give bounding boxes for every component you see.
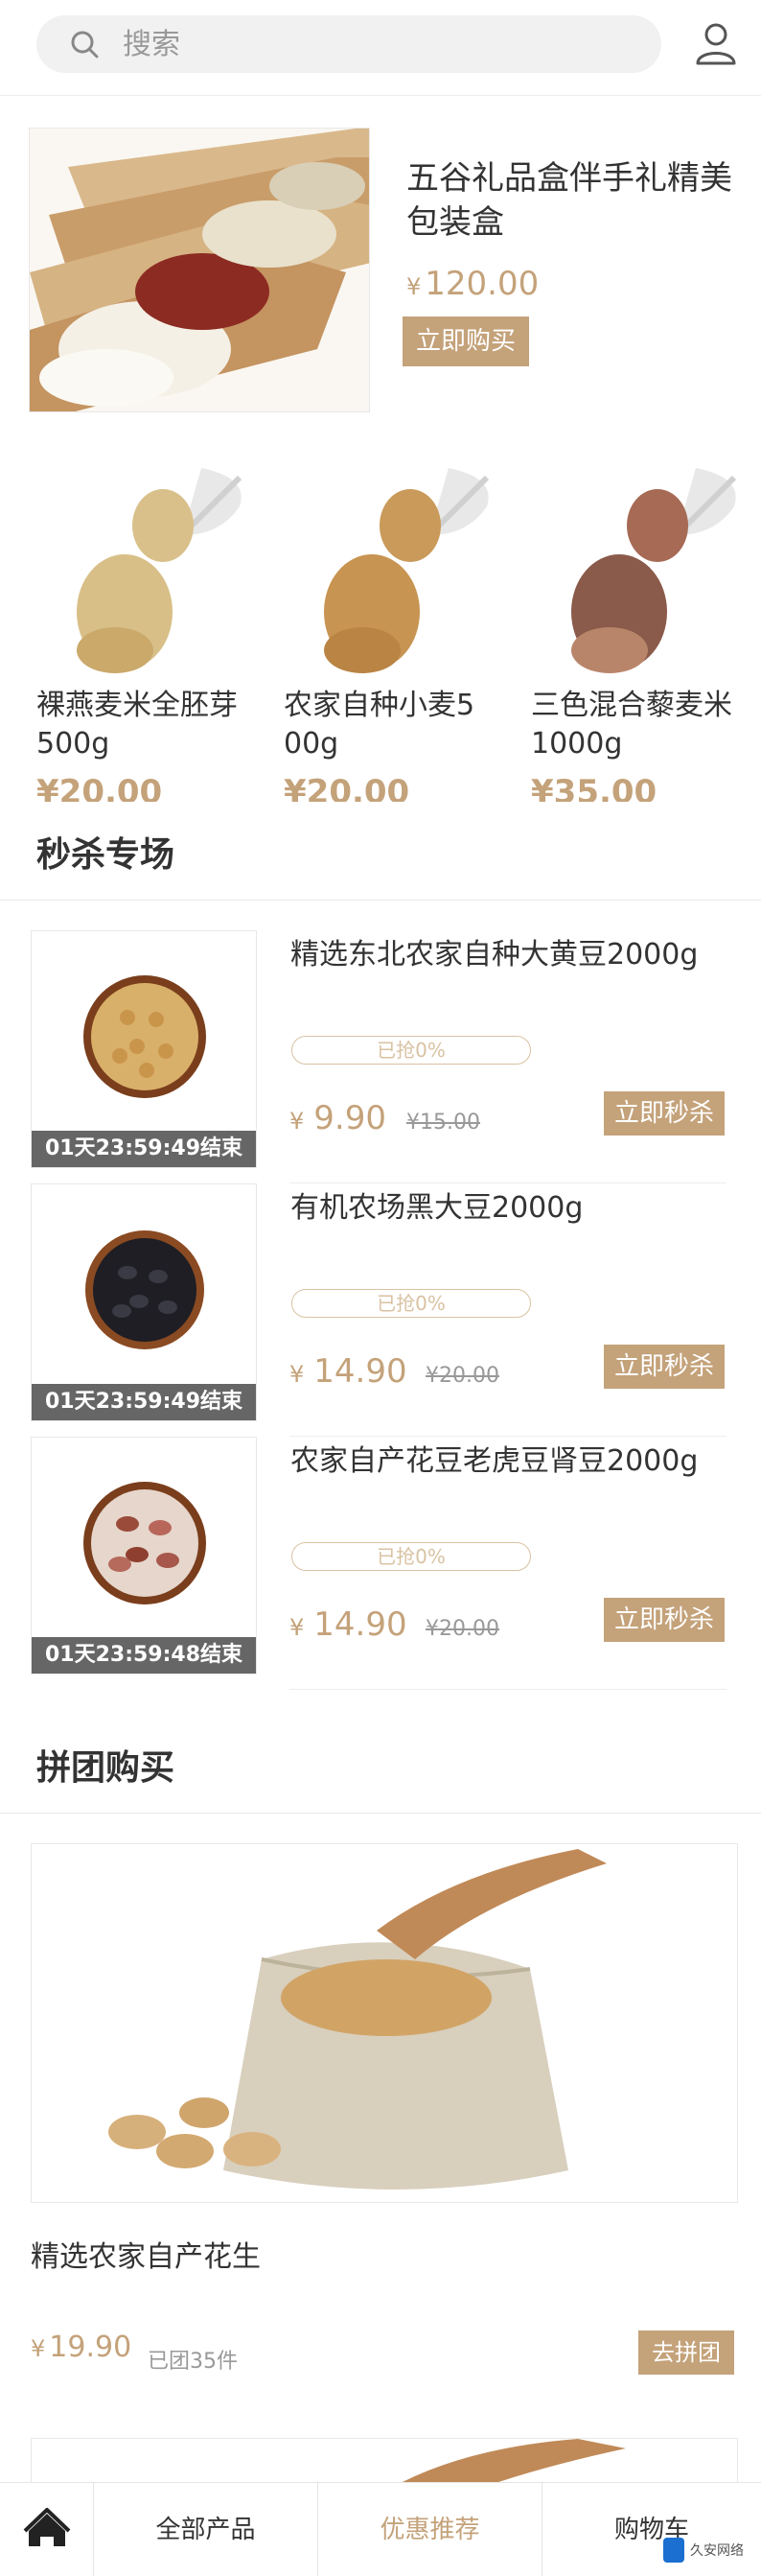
nav-promotions[interactable]: 优惠推荐 — [318, 2483, 542, 2576]
nav-all-products[interactable]: 全部产品 — [94, 2483, 318, 2576]
seckill-item-title[interactable]: 精选东北农家自种大黄豆2000g — [290, 930, 698, 972]
groupbuy-section-title: 拼团购买 — [36, 1748, 175, 1788]
countdown-timer: 01天23:59:49结束 — [32, 1131, 256, 1167]
seckill-section-title: 秒杀专场 — [36, 835, 175, 875]
seckill-price: ¥14.90 — [289, 1352, 407, 1391]
watermark-text: 久安网络 — [690, 2542, 744, 2558]
hero-price-value: 120.00 — [425, 265, 540, 303]
seckill-thumbnail[interactable]: 01天23:59:48结束 — [31, 1437, 257, 1674]
groupbuy-product-image[interactable] — [31, 1843, 738, 2203]
product-card[interactable]: 三色混合藜麦米1000g ¥35.00 — [523, 468, 744, 802]
product-name: 裸燕麦米全胚芽500g — [36, 689, 238, 761]
section-divider — [0, 900, 761, 901]
countdown-timer: 01天23:59:49结束 — [32, 1384, 256, 1420]
original-price: ¥20.00 — [426, 1617, 499, 1641]
hero-product-image[interactable] — [29, 128, 370, 412]
groupbuy-product-name[interactable]: 精选农家自产花生 — [31, 2233, 261, 2275]
product-image — [83, 975, 206, 1098]
product-price: ¥20.00 — [36, 773, 163, 802]
seckill-thumbnail[interactable]: 01天23:59:49结束 — [31, 930, 257, 1168]
price-value: 9.90 — [313, 1099, 386, 1137]
product-name: 三色混合藜麦米1000g — [531, 689, 732, 761]
countdown-timer: 01天23:59:48结束 — [32, 1637, 256, 1674]
currency-symbol: ¥ — [406, 273, 422, 300]
progress-bar: 已抢0% — [291, 1289, 531, 1318]
product-name: 农家自种小麦5 00g — [284, 689, 475, 761]
currency-symbol: ¥ — [289, 1361, 305, 1388]
seckill-item-title[interactable]: 农家自产花豆老虎豆肾豆2000g — [290, 1437, 698, 1479]
seckill-item-title[interactable]: 有机农场黑大豆2000g — [290, 1183, 583, 1226]
top-header: 搜索 — [0, 0, 761, 96]
hero-price: ¥120.00 — [406, 265, 539, 303]
product-card[interactable]: 裸燕麦米全胚芽500g ¥20.00 — [29, 468, 249, 802]
seckill-item[interactable]: 01天23:59:49结束 有机农场黑大豆2000g 已抢0% ¥14.90 ¥… — [0, 1183, 761, 1437]
seckill-thumbnail[interactable]: 01天23:59:49结束 — [31, 1183, 257, 1421]
original-price: ¥15.00 — [406, 1111, 480, 1135]
user-icon[interactable] — [694, 21, 738, 65]
price-value: 14.90 — [313, 1352, 407, 1391]
search-placeholder: 搜索 — [123, 28, 180, 61]
seckill-price: ¥9.90 — [289, 1099, 386, 1137]
buy-now-button[interactable]: 立即购买 — [403, 316, 529, 366]
product-image — [85, 1230, 204, 1349]
seckill-button[interactable]: 立即秒杀 — [604, 1091, 725, 1136]
product-price: ¥20.00 — [284, 773, 410, 802]
home-button[interactable] — [0, 2483, 94, 2576]
product-image — [324, 468, 490, 673]
hero-title[interactable]: 五谷礼品盒伴手礼精美包装盒 — [406, 156, 732, 245]
product-image — [77, 468, 242, 673]
search-input[interactable]: 搜索 — [36, 15, 661, 73]
product-image — [83, 1482, 206, 1604]
seckill-item[interactable]: 01天23:59:49结束 精选东北农家自种大黄豆2000g 已抢0% ¥9.9… — [0, 930, 761, 1183]
price-value: 19.90 — [49, 2330, 132, 2364]
original-price: ¥20.00 — [426, 1364, 499, 1388]
progress-bar: 已抢0% — [291, 1542, 531, 1571]
currency-symbol: ¥ — [289, 1614, 305, 1641]
product-image — [571, 468, 737, 673]
search-icon — [71, 31, 99, 59]
section-divider — [0, 1813, 761, 1814]
bottom-nav: 全部产品 优惠推荐 购物车 — [0, 2482, 761, 2576]
home-icon — [23, 2508, 71, 2546]
watermark-logo: 久安网络 — [661, 2532, 757, 2570]
seckill-button[interactable]: 立即秒杀 — [604, 1598, 725, 1642]
currency-symbol: ¥ — [289, 1108, 305, 1135]
groupbuy-count: 已团35件 — [148, 2350, 238, 2374]
seckill-button[interactable]: 立即秒杀 — [604, 1345, 725, 1389]
seckill-item[interactable]: 01天23:59:48结束 农家自产花豆老虎豆肾豆2000g 已抢0% ¥14.… — [0, 1437, 761, 1690]
currency-symbol: ¥ — [31, 2335, 46, 2362]
progress-bar: 已抢0% — [291, 1036, 531, 1065]
item-divider — [289, 1689, 726, 1690]
product-price: ¥35.00 — [531, 773, 657, 802]
price-value: 14.90 — [313, 1605, 407, 1644]
groupbuy-price: ¥19.90 — [31, 2330, 131, 2364]
seckill-price: ¥14.90 — [289, 1605, 407, 1644]
join-group-button[interactable]: 去拼团 — [638, 2330, 734, 2375]
product-card[interactable]: 农家自种小麦5 00g ¥20.00 — [276, 468, 496, 802]
